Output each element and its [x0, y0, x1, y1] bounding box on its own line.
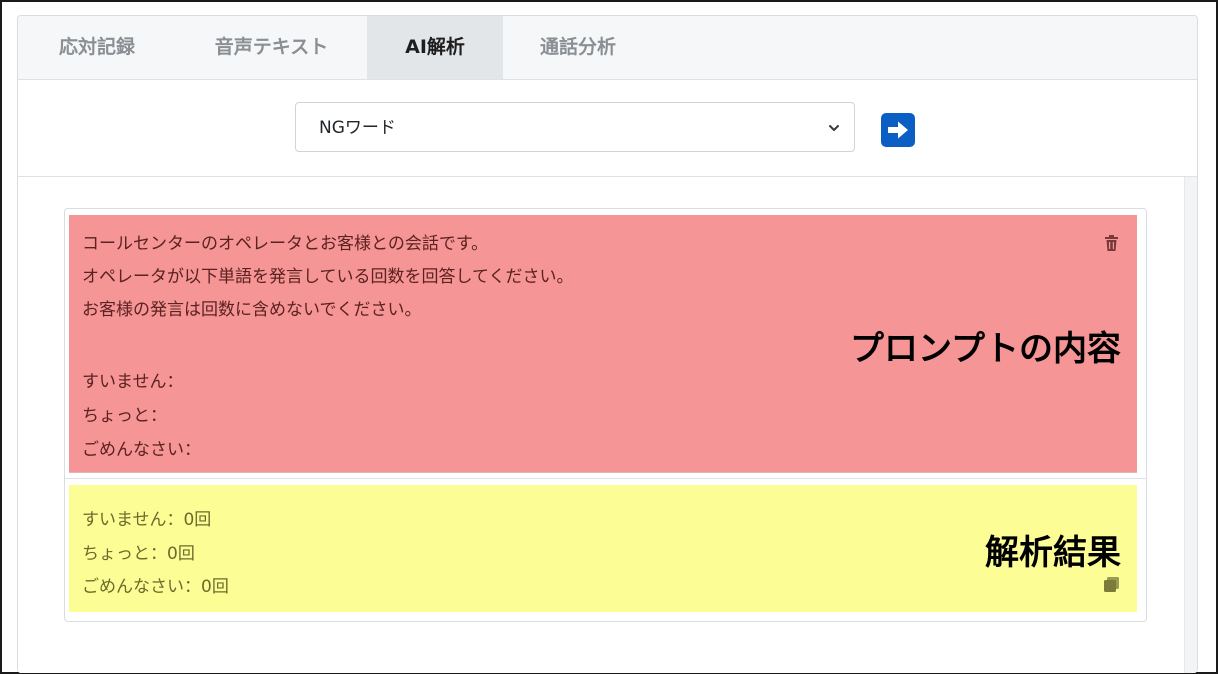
tab-call-record[interactable]: 応対記録	[18, 16, 176, 79]
prompt-line: コールセンターのオペレータとお客様との会話です。	[82, 234, 489, 254]
analysis-card: コールセンターのオペレータとお客様との会話です。 オペレータが以下単語を発言して…	[64, 208, 1147, 622]
result-box: すいません：0回 ちょっと：0回 ごめんなさい：0回 解析結果	[69, 485, 1137, 612]
tab-bar: 応対記録 音声テキスト AI解析 通話分析	[18, 16, 1197, 80]
chevron-down-icon	[829, 125, 839, 131]
prompt-line: お客様の発言は回数に含めないでください。	[82, 300, 422, 320]
prompt-annotation-label: プロンプトの内容	[850, 329, 1121, 369]
prompt-line: すいません：	[82, 372, 184, 392]
tab-ai-analysis[interactable]: AI解析	[367, 16, 503, 79]
result-annotation-label: 解析結果	[985, 533, 1121, 573]
analysis-content: コールセンターのオペレータとお客様との会話です。 オペレータが以下単語を発言して…	[18, 177, 1185, 673]
tab-call-analysis[interactable]: 通話分析	[503, 16, 653, 79]
section-divider	[65, 478, 1146, 479]
result-line: ちょっと：0回	[82, 544, 195, 564]
trash-icon[interactable]	[1104, 235, 1119, 252]
run-analysis-button[interactable]	[881, 113, 915, 147]
prompt-box: コールセンターのオペレータとお客様との会話です。 オペレータが以下単語を発言して…	[69, 215, 1137, 473]
arrow-right-icon	[888, 121, 908, 139]
result-line: ごめんなさい：0回	[82, 577, 229, 597]
copy-icon[interactable]	[1104, 577, 1119, 592]
prompt-line: オペレータが以下単語を発言している回数を回答してください。	[82, 267, 574, 287]
screenshot-frame: 応対記録 音声テキスト AI解析 通話分析 NGワード コールセンターのオペレー…	[0, 0, 1218, 674]
tab-voice-text[interactable]: 音声テキスト	[176, 16, 367, 79]
ai-analysis-panel: 応対記録 音声テキスト AI解析 通話分析 NGワード コールセンターのオペレー…	[17, 15, 1198, 673]
result-line: すいません：0回	[82, 510, 212, 530]
prompt-select[interactable]: NGワード	[295, 102, 855, 152]
prompt-select-value: NGワード	[319, 118, 396, 138]
prompt-toolbar: NGワード	[18, 80, 1197, 177]
prompt-line: ちょっと：	[82, 406, 167, 426]
vertical-scrollbar[interactable]	[1184, 177, 1197, 673]
prompt-line: ごめんなさい：	[82, 440, 201, 460]
